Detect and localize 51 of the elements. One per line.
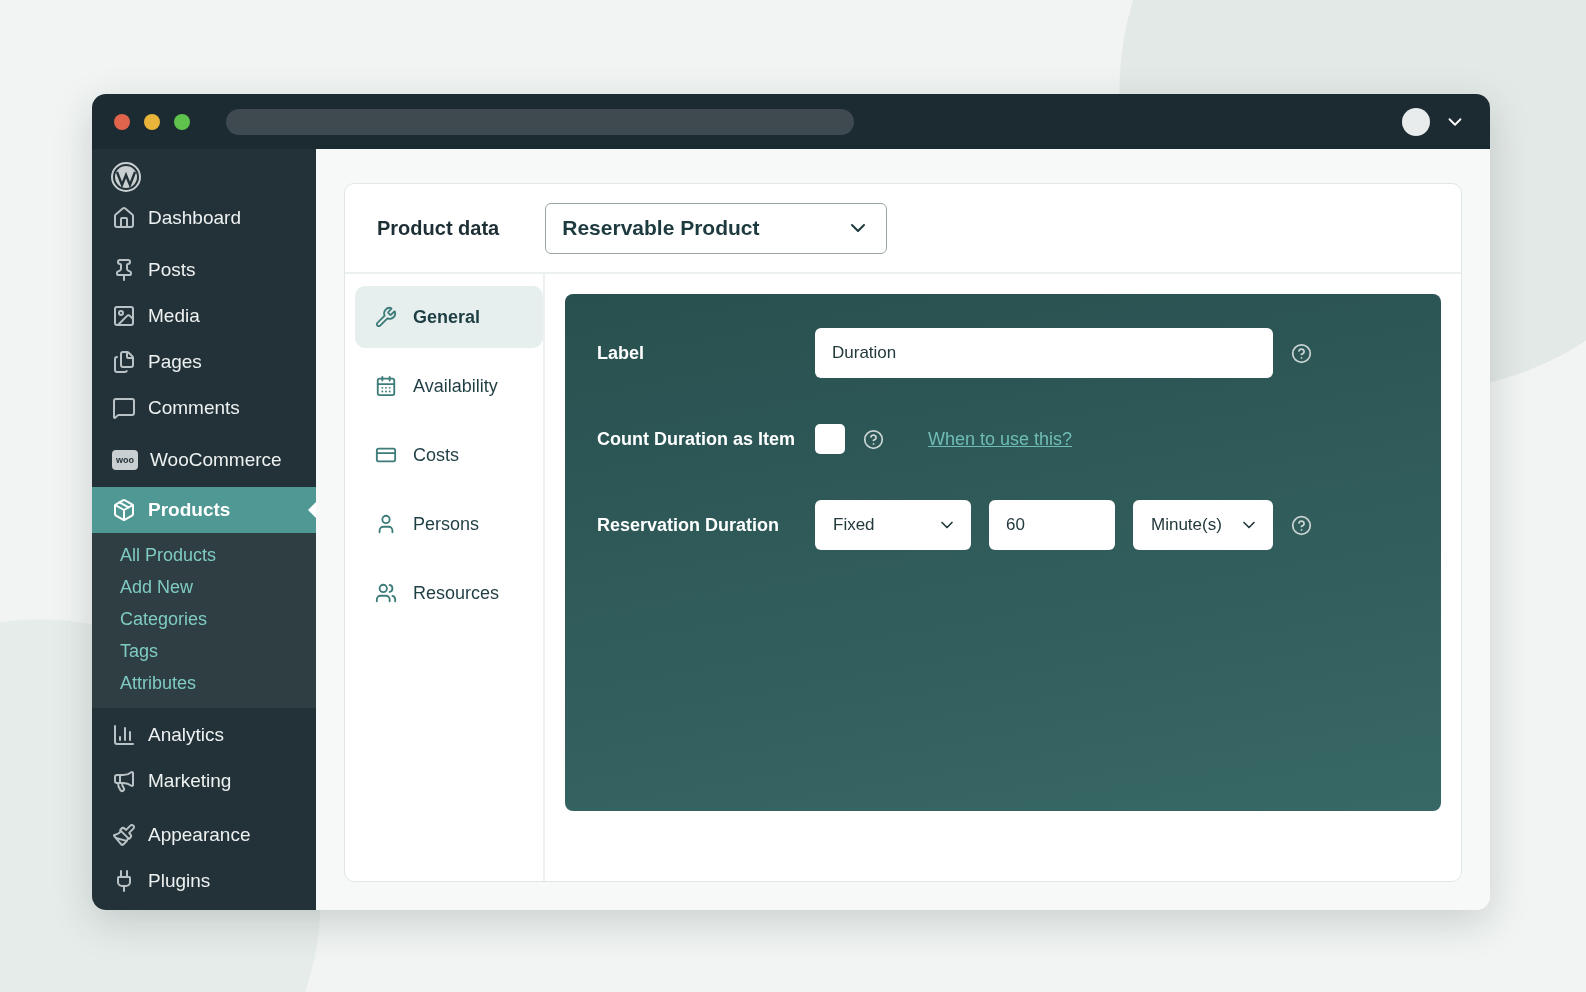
menu-icon — [112, 206, 136, 230]
field-label: Count Duration as Item — [597, 428, 796, 450]
help-link[interactable]: When to use this? — [928, 428, 1073, 450]
menu-icon — [112, 769, 136, 793]
tab-icon — [375, 306, 397, 328]
field-label: Reservation Duration — [597, 514, 781, 536]
menu-icon — [112, 350, 136, 374]
menu-item[interactable]: Comments — [92, 385, 316, 431]
menu-item[interactable]: Plugins — [92, 858, 316, 904]
card-title: Product data — [377, 216, 500, 240]
menu-icon — [112, 498, 136, 522]
menu-icon — [112, 396, 136, 420]
logo-icon[interactable] — [110, 161, 142, 193]
label-input[interactable]: Duration — [815, 328, 1273, 378]
menu-icon — [112, 823, 136, 847]
menu-item[interactable]: Pages — [92, 339, 316, 385]
submenu-link[interactable]: Tags — [120, 641, 159, 662]
unit-select[interactable]: Minute(s) — [1133, 500, 1273, 550]
field-label: Label — [597, 342, 645, 364]
menu-icon — [112, 723, 136, 747]
tab[interactable]: Availability — [355, 355, 543, 417]
menu-item[interactable]: Dashboard — [92, 195, 316, 241]
product-type-select[interactable]: Reservable Product — [545, 202, 888, 254]
tab[interactable]: Costs — [355, 424, 543, 486]
checkbox[interactable] — [815, 424, 845, 454]
help-icon[interactable] — [863, 428, 884, 450]
maximize-dot[interactable] — [174, 113, 190, 130]
duration-type-select[interactable]: Fixed — [815, 500, 971, 550]
menu-icon — [112, 304, 136, 328]
woo-badge: woo — [112, 450, 138, 470]
tab[interactable]: Persons — [355, 493, 543, 555]
menu-item[interactable]: Posts — [92, 247, 316, 293]
submenu-link[interactable]: Categories — [120, 609, 208, 630]
tab-icon — [375, 582, 397, 604]
tab[interactable]: Resources — [355, 562, 543, 624]
number-field[interactable]: 60 — [989, 500, 1115, 550]
menu-item[interactable]: woo WooCommerce — [92, 437, 316, 483]
tab-icon — [375, 375, 397, 397]
menu-item[interactable]: Analytics — [92, 712, 316, 758]
minimize-dot[interactable] — [144, 113, 160, 130]
menu-item[interactable]: Media — [92, 293, 316, 339]
help-icon[interactable] — [1291, 514, 1312, 536]
submenu-link[interactable]: Add New — [120, 577, 194, 598]
submenu-link[interactable]: Attributes — [120, 673, 197, 694]
help-icon[interactable] — [1291, 342, 1312, 364]
close-dot[interactable] — [114, 113, 130, 130]
avatar[interactable] — [1402, 107, 1430, 136]
tab[interactable]: General — [355, 286, 543, 348]
menu-item[interactable]: Marketing — [92, 758, 316, 804]
menu-item[interactable]: Appearance — [92, 812, 316, 858]
submenu-link[interactable]: All Products — [120, 545, 217, 566]
